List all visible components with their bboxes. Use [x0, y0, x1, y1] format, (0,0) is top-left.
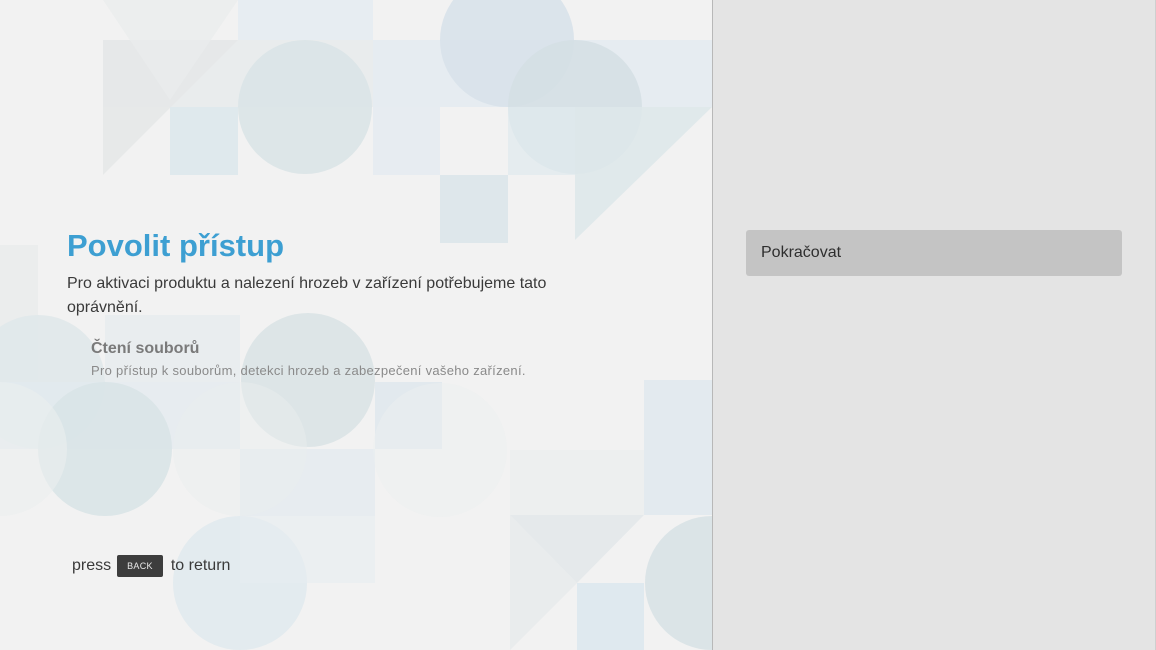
action-panel	[713, 0, 1156, 650]
background-pattern	[0, 0, 712, 650]
back-key-badge: BACK	[117, 555, 163, 577]
continue-button-label: Pokračovat	[761, 244, 842, 261]
page-title: Povolit přístup	[67, 228, 284, 263]
back-hint: press BACK to return	[72, 554, 230, 578]
continue-button[interactable]: Pokračovat	[746, 230, 1122, 276]
permission-screen: Povolit přístup Pro aktivaci produktu a …	[0, 0, 1156, 650]
permission-description: Pro přístup k souborům, detekci hrozeb a…	[91, 363, 526, 378]
permission-name: Čtení souborů	[91, 340, 200, 357]
page-description: Pro aktivaci produktu a nalezení hrozeb …	[67, 275, 547, 316]
back-hint-prefix: press	[72, 557, 112, 574]
info-panel: Povolit přístup Pro aktivaci produktu a …	[0, 0, 712, 650]
back-hint-suffix: to return	[170, 557, 231, 574]
